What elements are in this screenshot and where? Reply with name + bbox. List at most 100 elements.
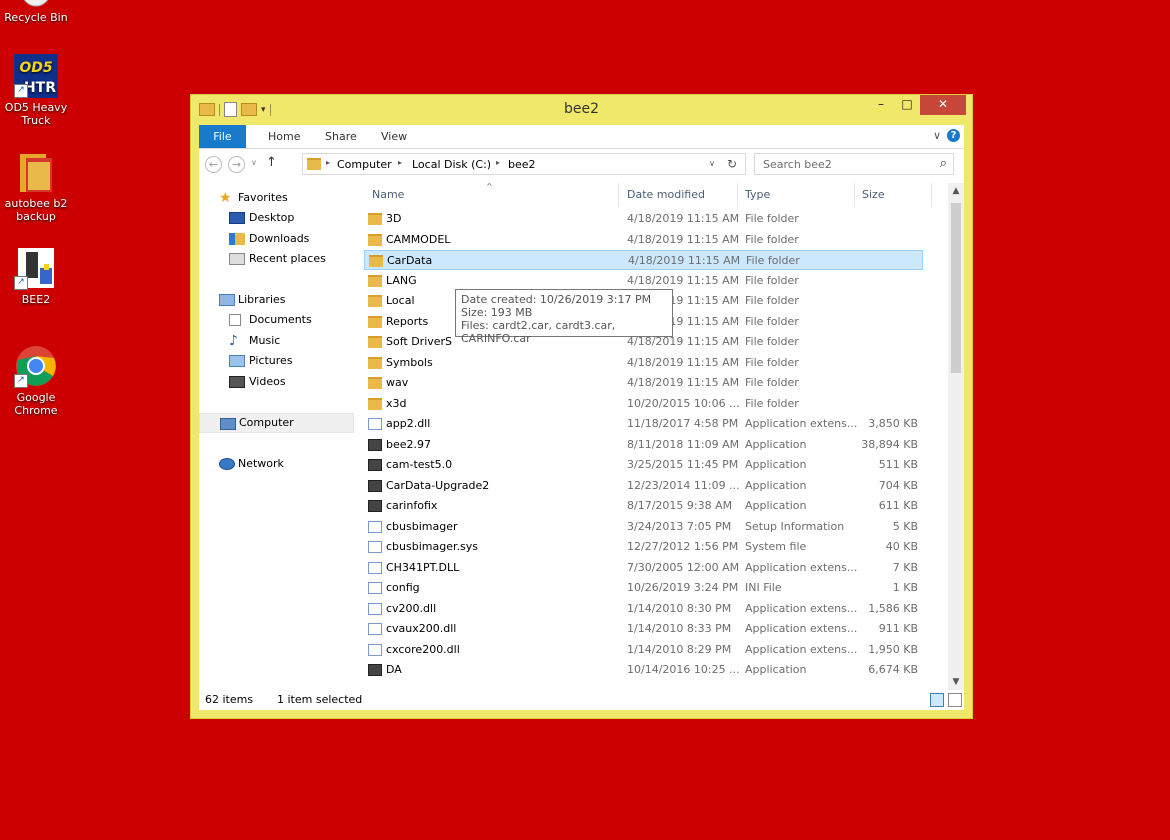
up-button[interactable]: ↑ (266, 155, 277, 170)
column-header-type[interactable]: Type (745, 183, 770, 207)
crumb-separator: ▸ (326, 158, 331, 167)
large-icons-view-icon[interactable] (948, 693, 962, 707)
vertical-scrollbar[interactable]: ▲ ▼ (948, 183, 964, 690)
nav-libraries[interactable]: Libraries (199, 290, 354, 310)
file-row[interactable]: CarData 4/18/2019 11:15 AM File folder (364, 250, 923, 270)
nav-item-recent-places[interactable]: Recent places (199, 249, 354, 269)
file-date-modified: 4/18/2019 11:15 AM (627, 273, 740, 287)
nav-computer[interactable]: Computer (199, 413, 354, 433)
details-view-icon[interactable] (930, 693, 944, 707)
file-size: 7 KB (892, 560, 918, 574)
recent-locations-icon[interactable]: ∨ (251, 158, 257, 167)
file-row[interactable]: Symbols 4/18/2019 11:15 AM File folder (364, 353, 923, 373)
nav-network[interactable]: Network (199, 454, 354, 474)
scroll-up-icon[interactable]: ▲ (948, 183, 964, 199)
breadcrumb-computer[interactable]: Computer (337, 158, 392, 171)
file-size: 3,850 KB (868, 417, 918, 430)
nav-item-documents[interactable]: Documents (199, 310, 354, 330)
file-name: CH341PT.DLL (386, 560, 460, 574)
file-row[interactable]: cvaux200.dll 1/14/2010 8:33 PM Application… (364, 619, 923, 639)
maximize-button[interactable]: □ (894, 95, 920, 115)
breadcrumb-local-disk[interactable]: Local Disk (C:) (412, 158, 491, 171)
column-header-size[interactable]: Size (862, 183, 885, 207)
file-type: File folder (745, 273, 799, 287)
file-row[interactable]: cv200.dll 1/14/2010 8:30 PM Application ex… (364, 599, 923, 619)
search-icon[interactable]: ⌕ (940, 156, 947, 171)
file-row[interactable]: 3D 4/18/2019 11:15 AM File folder (364, 209, 923, 229)
desktop-icon-bee2[interactable]: ↗ BEE2 (0, 246, 72, 306)
file-type: Application extens... (745, 642, 858, 656)
file-date-modified: 12/27/2012 1:56 PM (627, 540, 739, 553)
file-size: 1,586 KB (868, 601, 918, 615)
folder-icon (369, 255, 383, 267)
file-date-modified: 4/18/2019 11:15 AM (628, 254, 741, 267)
address-bar[interactable]: ▸ Computer ▸ Local Disk (C:) ▸ bee2 ∨ ↻ (302, 153, 746, 175)
nav-item-pictures[interactable]: Pictures (199, 351, 354, 371)
folder-icon (368, 233, 382, 246)
tab-share[interactable]: Share (325, 125, 357, 148)
file-name: Symbols (386, 355, 433, 369)
column-divider[interactable] (931, 183, 932, 207)
tab-file[interactable]: File (199, 125, 246, 148)
column-header-name[interactable]: Name (372, 183, 404, 207)
desktop-icon-od5-heavy-truck[interactable]: OD5 HTR ↗ OD5 Heavy Truck (0, 54, 72, 127)
address-dropdown-icon[interactable]: ∨ (709, 159, 715, 168)
desktop-icon-google-chrome[interactable]: ↗ Google Chrome (0, 344, 72, 417)
file-size: 704 KB (878, 478, 918, 492)
forward-button[interactable]: → (228, 156, 245, 173)
title-bar[interactable]: ▾ bee2 – □ ✕ (191, 95, 972, 123)
nav-item-downloads[interactable]: Downloads (199, 229, 354, 249)
scroll-thumb[interactable] (951, 203, 961, 373)
file-name: cbusbimager.sys (386, 540, 478, 553)
music-icon: ♪ (229, 333, 238, 349)
column-divider[interactable] (618, 183, 619, 207)
tab-home[interactable]: Home (268, 125, 300, 148)
application-icon (368, 664, 382, 676)
close-button[interactable]: ✕ (920, 95, 966, 115)
file-row[interactable]: cbusbimager.sys 12/27/2012 1:56 PM System … (364, 537, 923, 557)
column-header-date[interactable]: Date modified (627, 183, 705, 207)
sort-arrow-icon: ^ (486, 183, 493, 191)
file-row[interactable]: DA 10/14/2016 10:25 ... Application 6,674 K… (364, 660, 923, 680)
breadcrumb-bee2[interactable]: bee2 (508, 158, 536, 171)
file-row[interactable]: app2.dll 11/18/2017 4:58 PM Application ex… (364, 414, 923, 434)
status-bar: 62 items 1 item selected (199, 690, 964, 710)
tab-view[interactable]: View (381, 125, 407, 148)
desktop-icon-autobee-backup[interactable]: autobee b2 backup (0, 150, 72, 223)
file-row[interactable]: CarData-Upgrade2 12/23/2014 11:09 ... Appl… (364, 476, 923, 496)
file-row[interactable]: CAMMODEL 4/18/2019 11:15 AM File folder (364, 230, 923, 250)
nav-item-videos[interactable]: Videos (199, 372, 354, 392)
file-date-modified: 4/18/2019 11:15 AM (627, 355, 740, 369)
file-row[interactable]: cam-test5.0 3/25/2015 11:45 PM Application… (364, 455, 923, 475)
scroll-down-icon[interactable]: ▼ (948, 674, 964, 690)
window-content: File Home Share View ∨ ? ← → ∨ ↑ ▸ Compu… (199, 125, 964, 710)
file-row[interactable]: cbusbimager 3/24/2013 7:05 PM Setup Inform… (364, 517, 923, 537)
file-row[interactable]: cxcore200.dll 1/14/2010 8:29 PM Applicatio… (364, 640, 923, 660)
nav-item-desktop[interactable]: Desktop (199, 208, 354, 228)
search-box[interactable]: Search bee2 ⌕ (754, 153, 954, 175)
file-row[interactable]: config 10/26/2019 3:24 PM INI File 1 KB (364, 578, 923, 598)
minimize-button[interactable]: – (868, 95, 894, 115)
desktop-icon-recycle-bin[interactable]: Recycle Bin (0, 0, 72, 24)
back-button[interactable]: ← (205, 156, 222, 173)
nav-favorites[interactable]: ★ Favorites (199, 188, 354, 208)
file-row[interactable]: LANG 4/18/2019 11:15 AM File folder (364, 271, 923, 291)
file-type: Application (745, 478, 807, 492)
nav-label: Desktop (249, 211, 295, 224)
refresh-icon[interactable]: ↻ (727, 157, 737, 171)
file-row[interactable]: carinfofix 8/17/2015 9:38 AM Application 61… (364, 496, 923, 516)
file-date-modified: 11/18/2017 4:58 PM (627, 417, 739, 430)
nav-item-music[interactable]: ♪ Music (199, 331, 354, 351)
tooltip-date-created: Date created: 10/26/2019 3:17 PM (461, 293, 652, 306)
file-row[interactable]: CH341PT.DLL 7/30/2005 12:00 AM Application… (364, 558, 923, 578)
column-divider[interactable] (737, 183, 738, 207)
navigation-pane: ★ Favorites Desktop Downloads Recent pla… (199, 183, 354, 690)
file-row[interactable]: bee2.97 8/11/2018 11:09 AM Application 38,8… (364, 435, 923, 455)
application-icon (368, 500, 382, 512)
column-divider[interactable] (854, 183, 855, 207)
help-icon[interactable]: ? (947, 129, 960, 142)
desktop-icon (229, 212, 245, 224)
expand-ribbon-icon[interactable]: ∨ (933, 129, 941, 142)
file-row[interactable]: x3d 10/20/2015 10:06 ... File folder (364, 394, 923, 414)
file-row[interactable]: wav 4/18/2019 11:15 AM File folder (364, 373, 923, 393)
